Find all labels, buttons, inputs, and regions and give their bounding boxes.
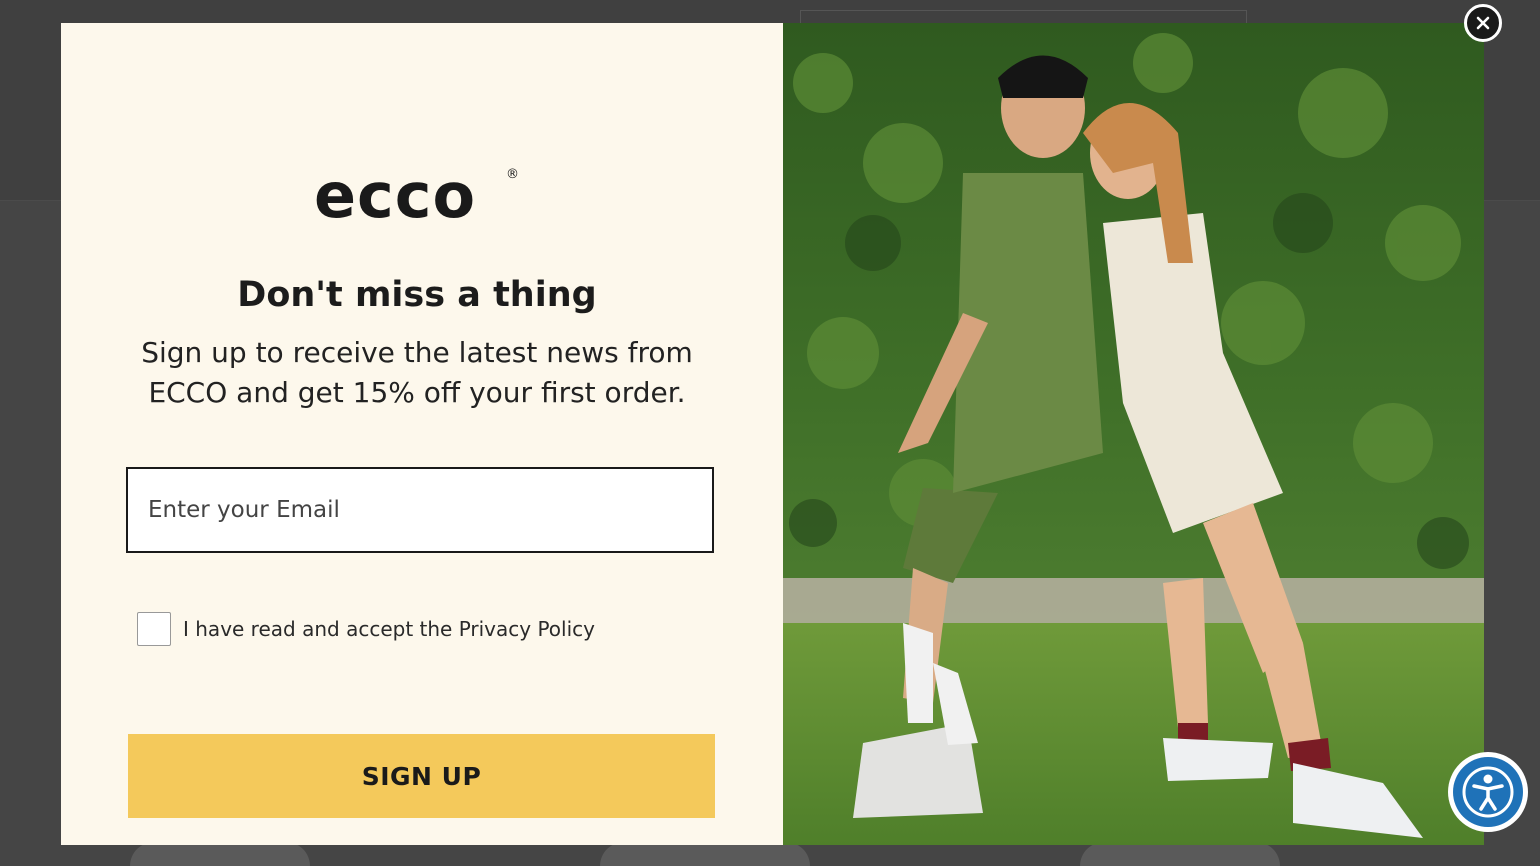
newsletter-popup: ecco ® Don't miss a thing Sign up to rec… — [61, 23, 1484, 845]
accessibility-icon — [1462, 766, 1514, 818]
email-field[interactable] — [126, 467, 714, 553]
popup-headline: Don't miss a thing — [237, 275, 597, 315]
promo-photo-illustration — [783, 23, 1484, 845]
signup-form-panel: ecco ® Don't miss a thing Sign up to rec… — [61, 23, 783, 845]
background-product-image — [600, 842, 810, 866]
ecco-logo: ecco ® — [314, 159, 519, 232]
background-product-image — [130, 842, 310, 866]
accessibility-button[interactable] — [1448, 752, 1528, 832]
close-popup-button[interactable] — [1464, 4, 1502, 42]
sign-up-button[interactable]: SIGN UP — [128, 734, 715, 818]
popup-subtext: Sign up to receive the latest news from … — [141, 336, 693, 409]
close-icon — [1476, 16, 1490, 30]
background-product-image — [1080, 842, 1280, 866]
registered-mark: ® — [506, 167, 519, 182]
promo-photo — [783, 23, 1484, 845]
accessibility-badge — [1453, 757, 1523, 827]
privacy-consent-row: I have read and accept the Privacy Polic… — [137, 611, 595, 647]
privacy-label: I have read and accept the Privacy Polic… — [183, 617, 595, 641]
privacy-checkbox[interactable] — [137, 612, 171, 646]
logo-wordmark: ecco — [314, 159, 477, 232]
